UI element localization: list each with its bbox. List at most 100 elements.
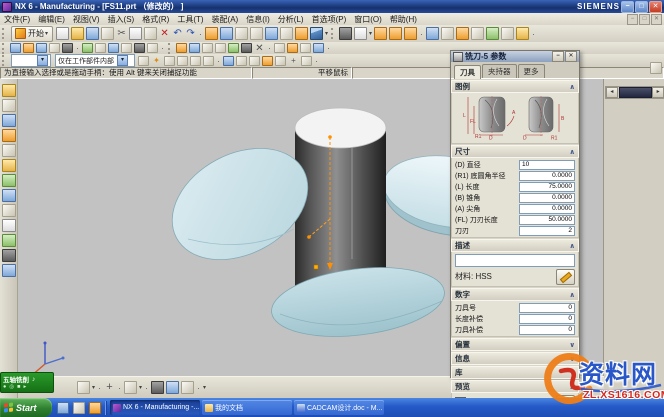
tab-more[interactable]: 更多: [518, 64, 545, 78]
undo-icon[interactable]: ↶: [171, 27, 184, 40]
select-existing-point-icon[interactable]: [249, 56, 260, 66]
select-control-point-icon[interactable]: [190, 56, 201, 66]
show-hide-icon[interactable]: [426, 27, 439, 40]
wcs-orient-icon[interactable]: [389, 27, 402, 40]
select-midpoint-icon[interactable]: [177, 56, 188, 66]
internet-explorer-icon[interactable]: [2, 189, 16, 202]
select-point-on-curve-icon[interactable]: [262, 56, 273, 66]
new-file-icon[interactable]: [56, 27, 69, 40]
diameter-input[interactable]: 10: [519, 160, 575, 170]
geometry-view-icon[interactable]: [228, 43, 239, 53]
task-word-document[interactable]: CADCAM设计.doc - M...: [294, 400, 384, 415]
shaded-display-icon[interactable]: [295, 27, 308, 40]
isometric-view-icon[interactable]: [310, 27, 323, 40]
chevron-down-icon[interactable]: ▾: [117, 55, 128, 66]
toolbar-grip[interactable]: [2, 43, 7, 54]
scrollbar-thumb[interactable]: [619, 87, 652, 98]
cylinder-top-face[interactable]: [295, 108, 386, 148]
method-view-icon[interactable]: [241, 43, 252, 53]
perspective-icon[interactable]: [151, 381, 164, 394]
zoom-in-out-icon[interactable]: +: [103, 381, 116, 394]
program-order-view-icon[interactable]: [202, 43, 213, 53]
menu-preferences[interactable]: 首选项(P): [308, 14, 351, 25]
cutcom-input[interactable]: 0: [519, 325, 575, 335]
workpiece-icon[interactable]: [313, 43, 324, 53]
expand-icon[interactable]: ∨: [569, 341, 575, 349]
zoom-icon[interactable]: ◎: [9, 384, 14, 391]
verify-toolpath-icon[interactable]: [108, 43, 119, 53]
flutes-input[interactable]: 2: [519, 226, 575, 236]
wcs-dynamics-icon[interactable]: [374, 27, 387, 40]
internet-explorer-icon[interactable]: [57, 402, 69, 414]
scroll-right-icon[interactable]: ▸: [652, 87, 664, 98]
flute-length-input[interactable]: 50.0000: [519, 215, 575, 225]
cut-icon[interactable]: ✂: [115, 27, 128, 40]
rotate-view-icon[interactable]: [265, 27, 278, 40]
section-dimensions-header[interactable]: 尺寸 ∧: [451, 145, 579, 158]
measure-distance-icon[interactable]: [486, 27, 499, 40]
select-point-on-surface-icon[interactable]: [275, 56, 286, 66]
tool-path-editor-icon[interactable]: [300, 43, 311, 53]
blade-bottom[interactable]: [268, 259, 449, 346]
assembly-navigator-icon[interactable]: [2, 84, 16, 97]
edit-object-display-icon[interactable]: [456, 27, 469, 40]
cancel-operation-icon[interactable]: ✕: [253, 42, 266, 55]
toolbar-grip[interactable]: [2, 28, 7, 39]
collapse-icon[interactable]: ∧: [569, 83, 575, 91]
fit-view-icon[interactable]: [220, 27, 233, 40]
system-scenes-icon[interactable]: [2, 264, 16, 277]
horizontal-scrollbar[interactable]: ◂ ▸: [605, 86, 664, 99]
section-preview-header[interactable]: 预览 ∧: [451, 380, 579, 393]
history-icon[interactable]: [2, 204, 16, 217]
post-process-icon[interactable]: [147, 43, 158, 53]
machine-simulation-icon[interactable]: [134, 43, 145, 53]
hand-icon[interactable]: ●: [3, 384, 6, 391]
paste-icon[interactable]: [144, 27, 157, 40]
constraint-navigator-icon[interactable]: [2, 99, 16, 112]
wcs-origin-icon[interactable]: [404, 27, 417, 40]
close-icon[interactable]: ✕: [649, 1, 662, 13]
refresh-view-icon[interactable]: [205, 27, 218, 40]
replay-toolpath-icon[interactable]: [95, 43, 106, 53]
length-adjust-input[interactable]: 0: [519, 314, 575, 324]
restore-icon[interactable]: □: [635, 1, 648, 13]
true-shading-icon[interactable]: [181, 381, 194, 394]
chevron-down-icon[interactable]: ▾: [37, 55, 48, 66]
toolbar-grip[interactable]: [331, 28, 336, 39]
scroll-left-icon[interactable]: ◂: [606, 87, 618, 98]
menu-information[interactable]: 信息(I): [242, 14, 274, 25]
delete-icon[interactable]: ✕: [158, 27, 171, 40]
task-my-documents[interactable]: 我的文档: [202, 400, 292, 415]
play-icon[interactable]: ▸: [23, 384, 26, 391]
collapse-icon[interactable]: ∧: [569, 383, 575, 391]
machine-tool-navigator-icon[interactable]: [2, 144, 16, 157]
hd3d-tools-icon[interactable]: [2, 174, 16, 187]
snap-point-icon[interactable]: [138, 56, 149, 66]
collapse-icon[interactable]: ∧: [569, 291, 575, 299]
chevron-down-icon[interactable]: ▾: [92, 384, 95, 391]
reuse-library-icon[interactable]: [2, 159, 16, 172]
chevron-down-icon[interactable]: ▾: [369, 30, 372, 37]
zoom-window-icon[interactable]: [235, 27, 248, 40]
angle-measure-icon[interactable]: [516, 27, 529, 40]
layer-settings-icon[interactable]: [354, 27, 367, 40]
length-input[interactable]: 75.0000: [519, 182, 575, 192]
menu-format[interactable]: 格式(R): [138, 14, 173, 25]
selection-scope-combo[interactable]: 仅在工作部件内部 ▾: [55, 54, 135, 67]
toolbar-grip[interactable]: [168, 43, 173, 54]
manufacturing-wizard-icon[interactable]: [2, 234, 16, 247]
immediate-hide-icon[interactable]: [441, 27, 454, 40]
material-library-button[interactable]: [556, 269, 575, 285]
tab-tool[interactable]: 刀具: [454, 65, 481, 79]
open-file-icon[interactable]: [71, 27, 84, 40]
mdi-restore-icon[interactable]: □: [639, 14, 650, 25]
create-operation-icon[interactable]: [62, 43, 73, 53]
menu-insert[interactable]: 插入(S): [104, 14, 139, 25]
select-quadrant-icon[interactable]: [236, 56, 247, 66]
dialog-title-bar[interactable]: 铣刀-5 参数 − ✕: [451, 51, 579, 62]
information-icon[interactable]: [501, 27, 514, 40]
render-style-icon[interactable]: [339, 27, 352, 40]
section-library-header[interactable]: 库 ∨: [451, 366, 579, 379]
section-description-header[interactable]: 描述 ∧: [451, 239, 579, 252]
start-button[interactable]: Start: [0, 398, 52, 417]
